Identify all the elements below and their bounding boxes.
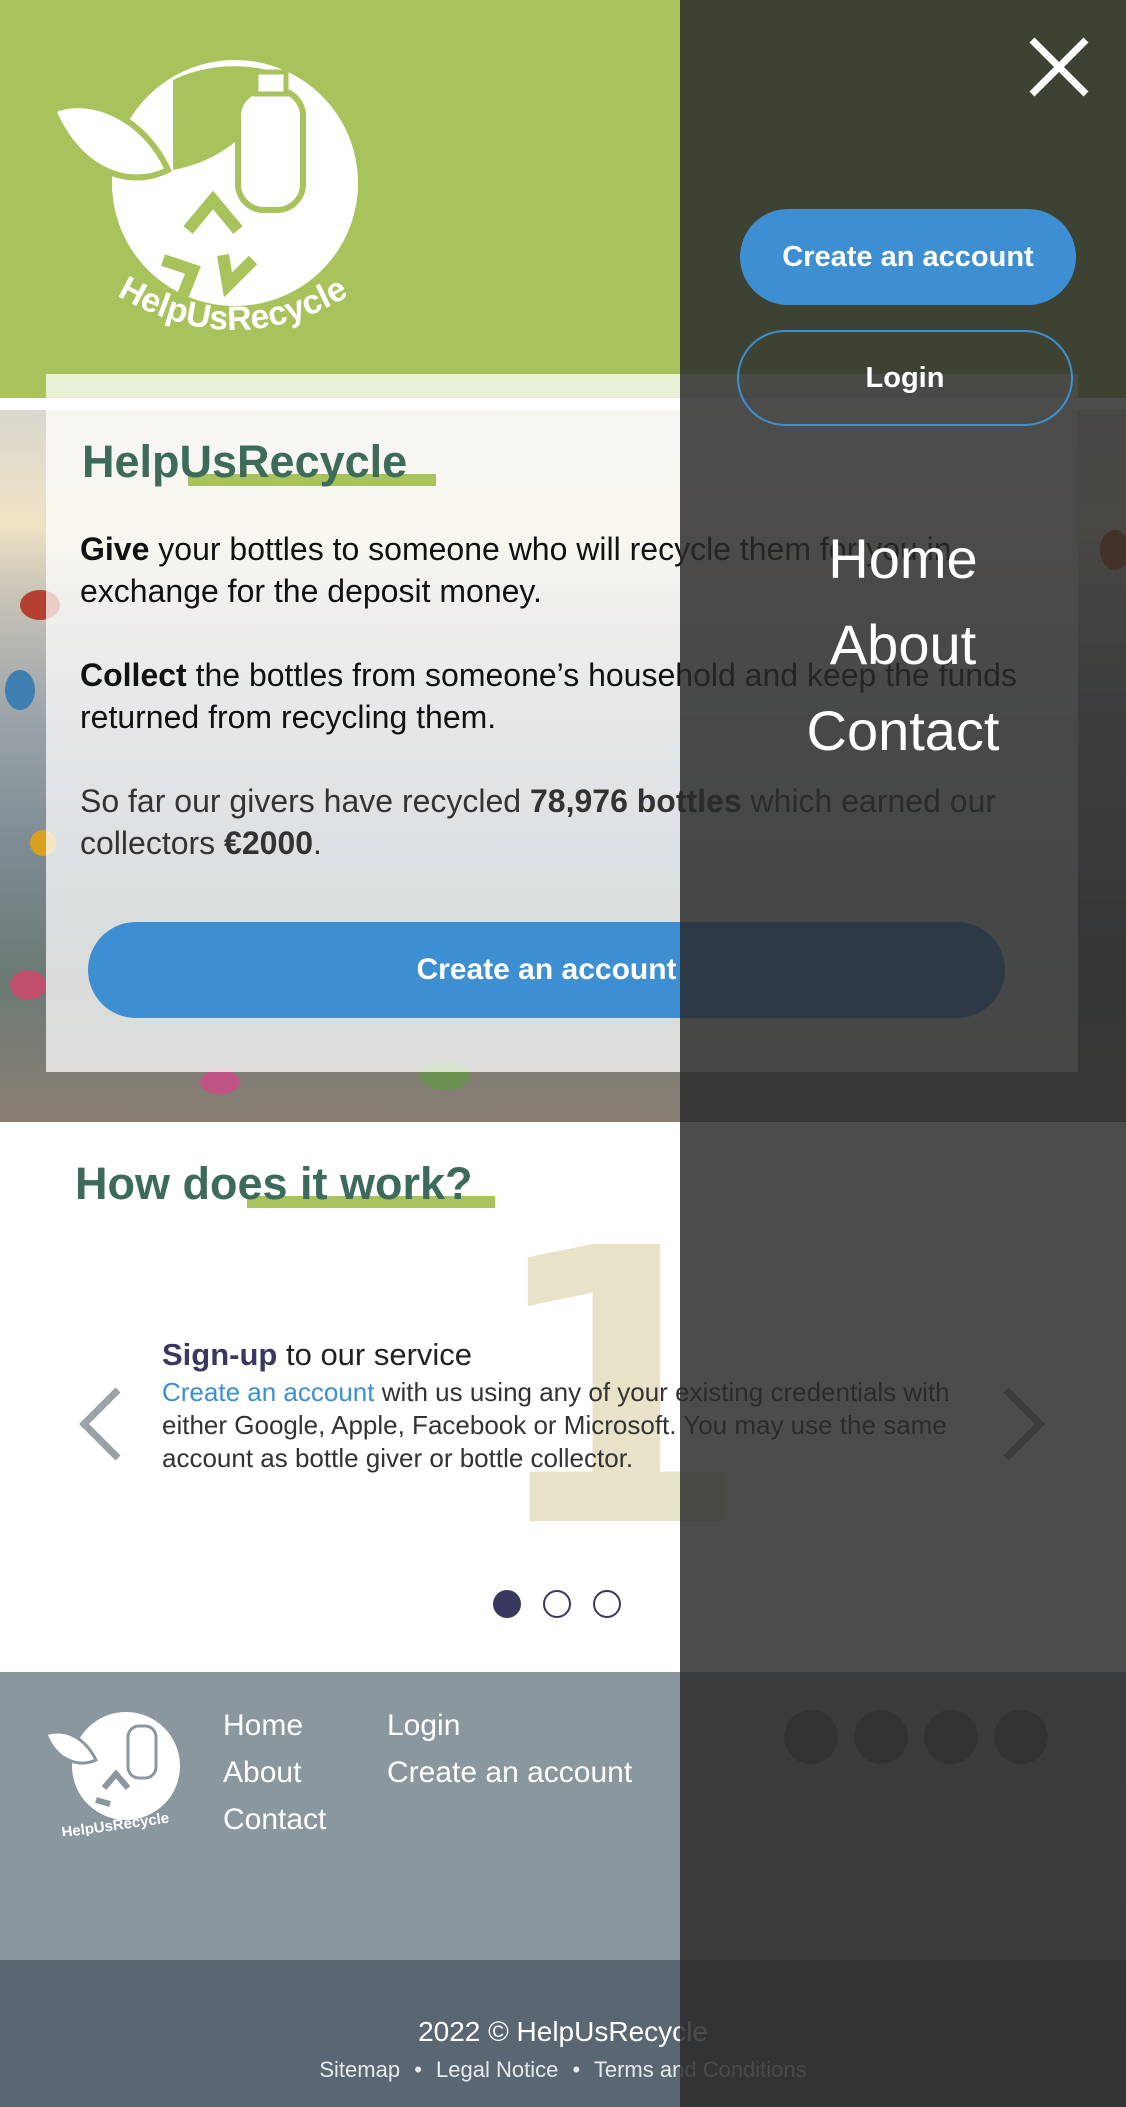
footer-logo[interactable]: HelpUsRecycle <box>44 1708 182 1836</box>
footer-link-contact[interactable]: Contact <box>223 1803 326 1837</box>
drawer-create-account-button[interactable]: Create an account <box>740 209 1076 305</box>
carousel-dot-2[interactable] <box>543 1590 571 1618</box>
step-title: Sign-up to our service <box>162 1337 473 1372</box>
drawer-nav-contact[interactable]: Contact <box>680 698 1126 763</box>
menu-drawer-overlay <box>680 0 1126 2107</box>
carousel-dot-3[interactable] <box>593 1590 621 1618</box>
footer-link-home[interactable]: Home <box>223 1709 303 1743</box>
hero-title: HelpUsRecycle <box>82 436 408 487</box>
legal-link-legal-notice[interactable]: Legal Notice <box>436 2057 558 2082</box>
carousel-prev-icon[interactable] <box>78 1386 124 1462</box>
drawer-nav-about[interactable]: About <box>680 612 1126 677</box>
close-icon[interactable] <box>1026 34 1092 100</box>
footer-link-about[interactable]: About <box>223 1756 301 1790</box>
footer-link-create-account[interactable]: Create an account <box>387 1756 632 1790</box>
carousel-dot-1[interactable] <box>493 1590 521 1618</box>
footer-link-login[interactable]: Login <box>387 1709 460 1743</box>
how-title: How does it work? <box>75 1158 473 1209</box>
step-create-account-link[interactable]: Create an account <box>162 1377 374 1407</box>
drawer-login-button[interactable]: Login <box>737 330 1073 426</box>
helpusrecycle-logo[interactable]: HelpUsRecycle <box>48 50 363 345</box>
legal-link-sitemap[interactable]: Sitemap <box>319 2057 400 2082</box>
drawer-nav-home[interactable]: Home <box>680 526 1126 591</box>
